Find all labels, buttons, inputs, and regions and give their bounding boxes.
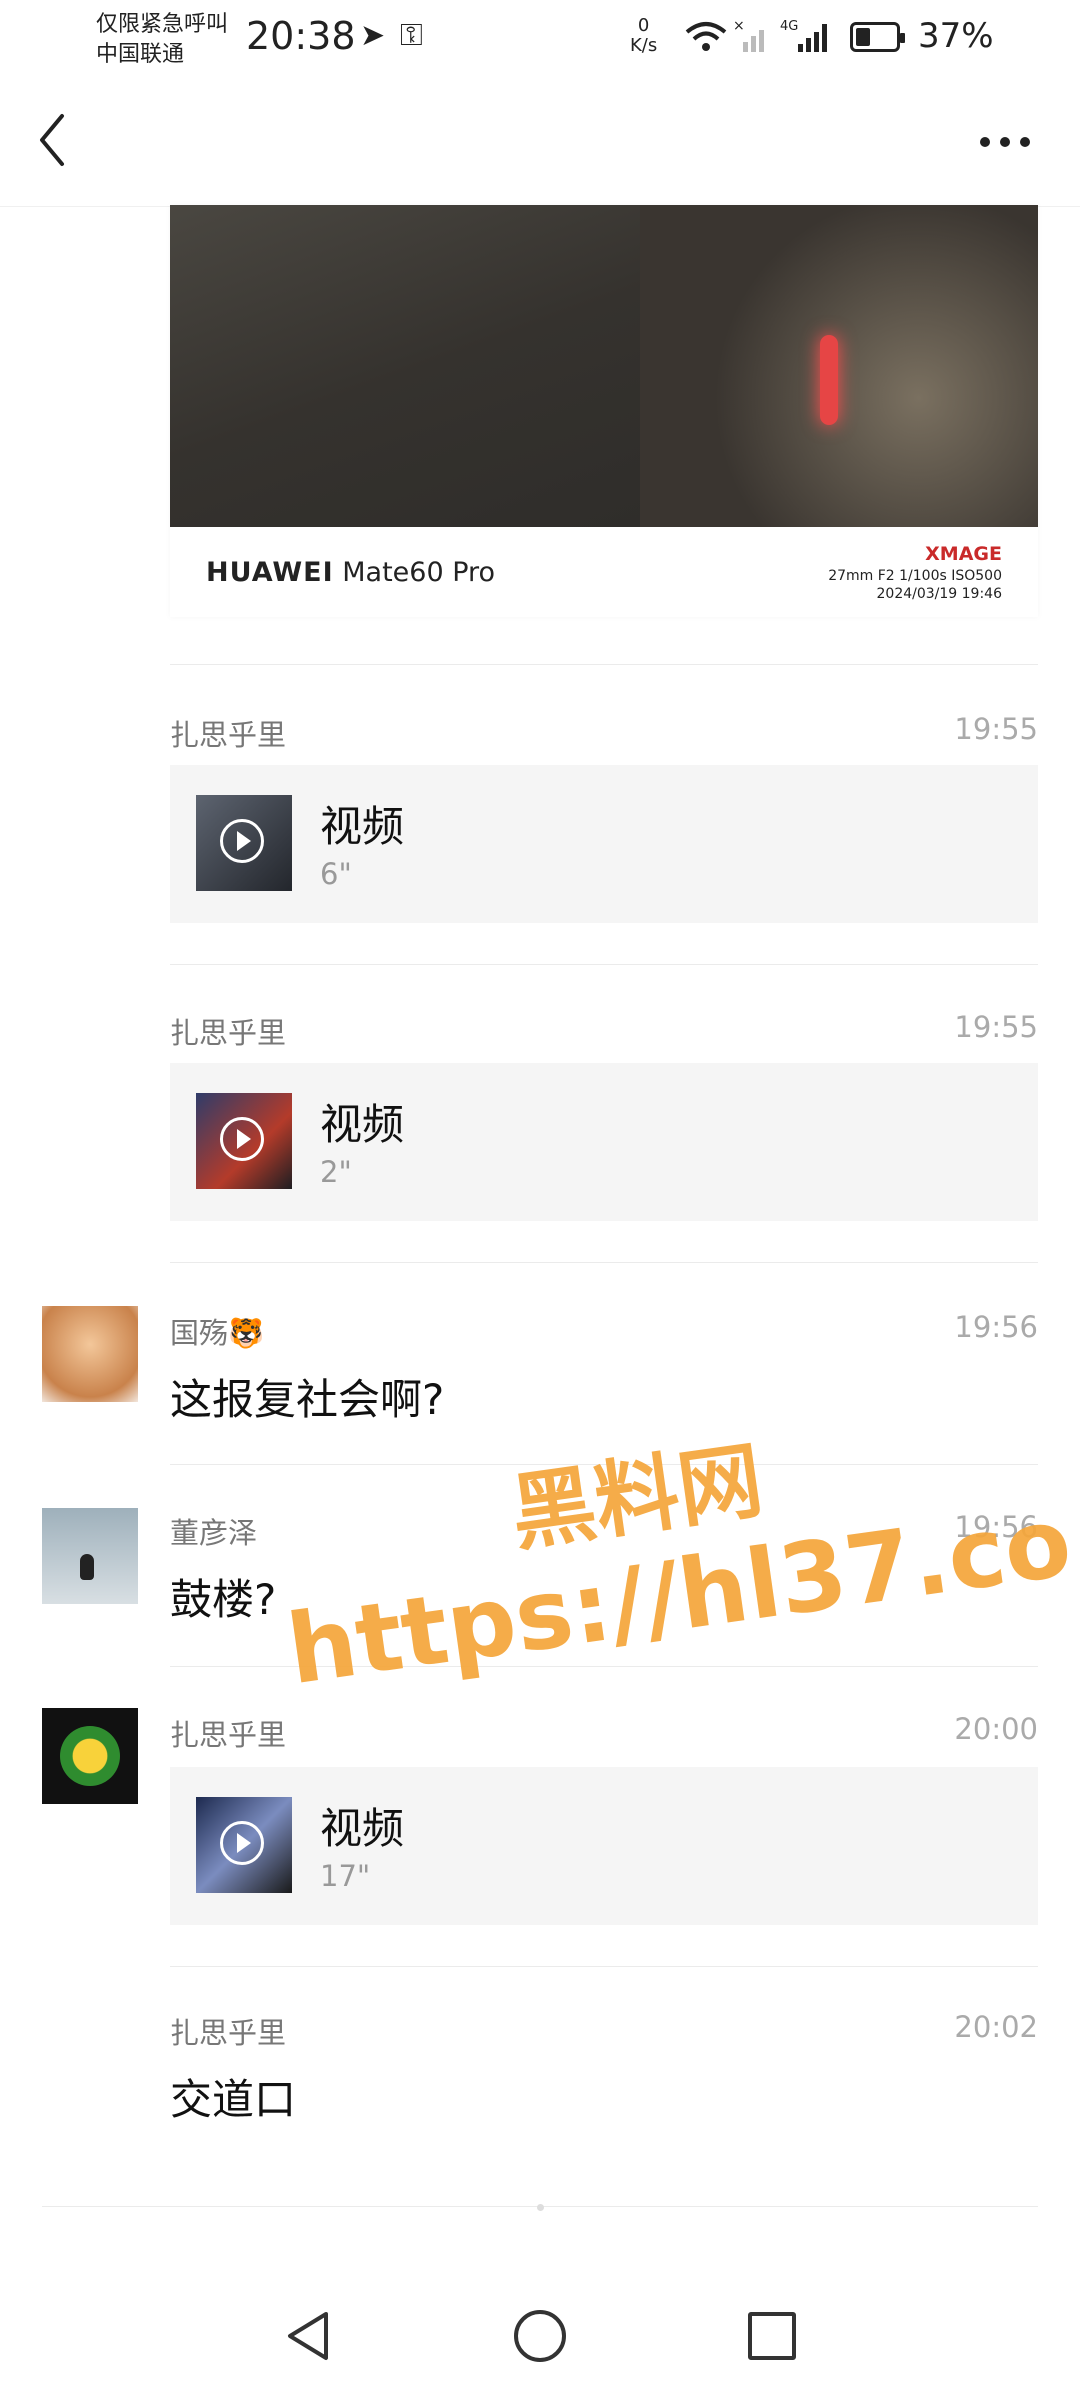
net-speed-unit: K/s [630,35,658,56]
nav-back-icon[interactable] [282,2308,334,2364]
net-speed: 0 K/s [630,16,657,56]
signal-4g-label: 4G [780,19,798,34]
video-thumbnail[interactable] [196,1093,292,1189]
message-time: 19:56 [954,1310,1038,1344]
avatar[interactable] [42,1708,138,1804]
video-message[interactable]: 视频 2" [170,1063,1038,1221]
video-message[interactable]: 视频 6" [170,765,1038,923]
video-message[interactable]: 视频 17" [170,1767,1038,1925]
wifi-icon [685,22,727,51]
camera-brand: HUAWEI [206,557,334,588]
avatar[interactable] [42,1508,138,1604]
message-sender: 扎思乎里 [170,2016,287,2050]
nav-recent-apps-icon[interactable] [748,2312,796,2360]
net-speed-value: 0 [637,15,650,36]
message-time: 19:55 [954,1010,1038,1044]
message-sender: 国殇🐯 [170,1316,265,1350]
play-icon [220,819,264,863]
send-arrow-icon: ➤ [360,18,386,53]
message-divider [170,964,1038,965]
key-icon: ⚿ [400,18,423,53]
battery-icon [850,22,905,52]
message-text: 这报复社会啊? [170,1375,445,1424]
message-time: 20:02 [954,2010,1038,2044]
carrier-info: 仅限紧急呼叫 中国联通 [96,10,228,70]
message-sender: 扎思乎里 [170,718,287,752]
play-icon [220,1117,264,1161]
exif-info: 27mm F2 1/100s ISO500 2024/03/19 19:46 [828,567,1002,603]
video-thumbnail[interactable] [196,1797,292,1893]
svg-text:×: × [733,18,745,34]
video-duration: 6" [320,857,352,891]
carrier-line1: 仅限紧急呼叫 [96,12,229,37]
system-nav-bar [0,2270,1080,2400]
nav-home-icon[interactable] [514,2310,566,2362]
message-divider [170,664,1038,665]
battery-fill [856,28,870,46]
exif-line2: 2024/03/19 19:46 [876,586,1003,602]
message-text: 交道口 [170,2075,297,2124]
message-time: 19:55 [954,712,1038,746]
xmage-badge: XMAGE [925,543,1002,565]
message-sender: 扎思乎里 [170,1016,287,1050]
message-text: 鼓楼? [170,1575,277,1624]
video-thumbnail[interactable] [196,795,292,891]
more-options-icon[interactable] [975,130,1035,154]
video-duration: 2" [320,1155,352,1189]
signal-4g-icon: 4G [780,19,827,52]
message-sender: 董彦泽 [170,1516,258,1550]
message-time: 20:00 [954,1712,1038,1746]
scroll-indicator [537,2204,544,2211]
video-title: 视频 [320,802,405,851]
video-title: 视频 [320,1804,405,1853]
back-arrow-icon[interactable] [34,110,74,170]
status-bar: 仅限紧急呼叫 中国联通 20:38 ➤ ⚿ 0 K/s × 4G 37% [0,0,1080,80]
video-duration: 17" [320,1859,371,1893]
camera-model: HUAWEI Mate60 Pro [206,557,495,588]
message-divider [170,1966,1038,1967]
photo-exif-footer: HUAWEI Mate60 Pro XMAGE 27mm F2 1/100s I… [170,527,1038,617]
battery-percent: 37% [918,16,994,56]
camera-model-name: Mate60 Pro [342,557,496,588]
photo-message[interactable]: HUAWEI Mate60 Pro XMAGE 27mm F2 1/100s I… [170,205,1038,617]
play-icon [220,1821,264,1865]
message-sender: 扎思乎里 [170,1718,287,1752]
clock: 20:38 [246,14,356,58]
photo-image[interactable] [170,205,1038,527]
top-nav [0,80,1080,207]
exif-line1: 27mm F2 1/100s ISO500 [828,568,1002,584]
signal-no-sim-icon: × [733,18,764,52]
message-divider [170,1262,1038,1263]
video-title: 视频 [320,1100,405,1149]
avatar[interactable] [42,1306,138,1402]
carrier-line2: 中国联通 [96,42,185,67]
